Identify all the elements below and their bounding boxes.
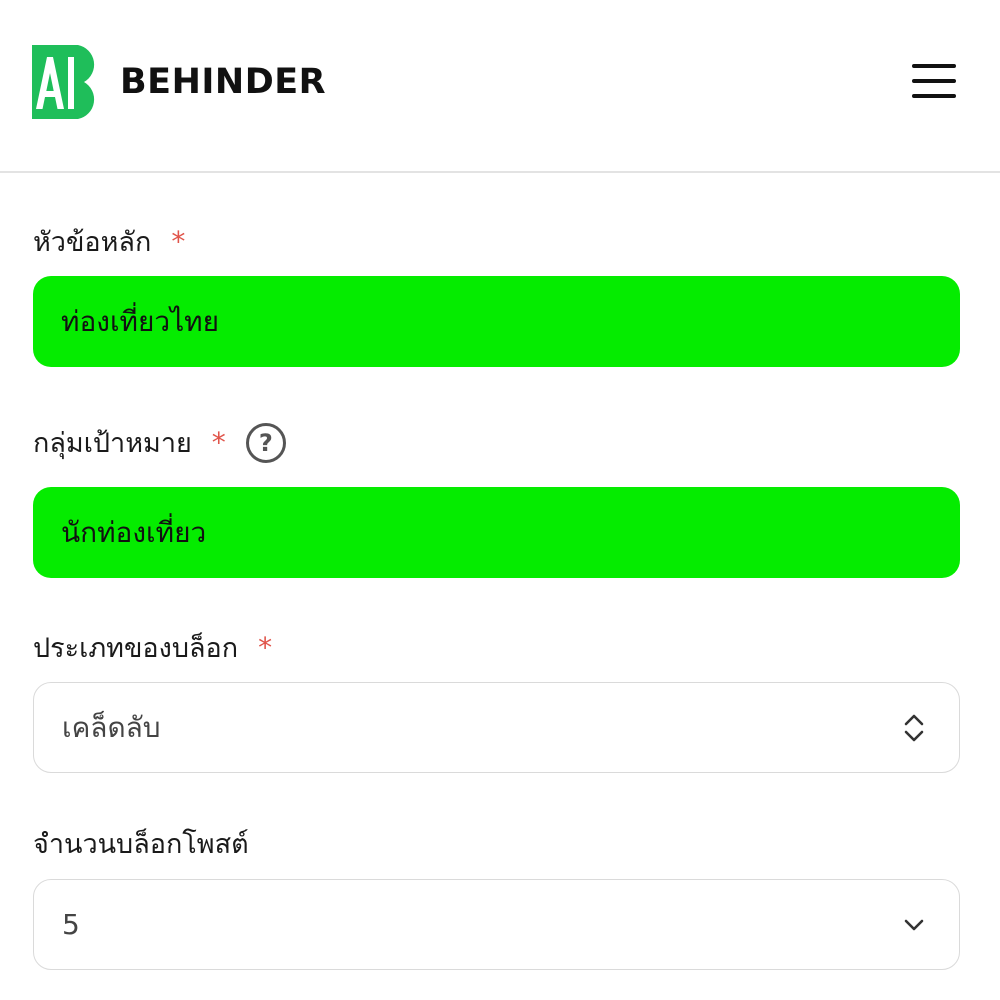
hamburger-menu-icon[interactable] [912, 64, 956, 98]
audience-label: กลุ่มเป้าหมาย * ? [33, 421, 286, 464]
required-mark: * [211, 426, 226, 459]
app-header: BEHINDER [0, 0, 1000, 173]
topic-label-text: หัวข้อหลัก [33, 227, 152, 258]
required-mark: * [258, 631, 273, 664]
menu-bar [912, 79, 956, 83]
post-count-label: จำนวนบล็อกโพสต์ [33, 822, 249, 865]
blog-type-select[interactable]: เคล็ดลับ [33, 682, 960, 773]
post-count-selected-value: 5 [62, 908, 80, 941]
audience-input-value: นักท่องเที่ยว [61, 515, 207, 549]
brand-name: BEHINDER [120, 61, 327, 102]
topic-label: หัวข้อหลัก * [33, 220, 185, 263]
logo[interactable]: BEHINDER [32, 45, 326, 119]
menu-bar [912, 94, 956, 98]
audience-label-text: กลุ่มเป้าหมาย [33, 428, 192, 459]
chevron-up-down-icon [904, 714, 924, 741]
required-mark: * [171, 225, 186, 258]
blog-type-label-text: ประเภทของบล็อก [33, 633, 239, 664]
audience-input[interactable]: นักท่องเที่ยว [33, 487, 960, 578]
logo-mark-icon [32, 45, 95, 119]
chevron-down-icon [904, 919, 924, 930]
post-count-label-text: จำนวนบล็อกโพสต์ [33, 829, 249, 860]
topic-input[interactable]: ท่องเที่ยวไทย [33, 276, 960, 367]
blog-type-selected-value: เคล็ดลับ [62, 710, 161, 744]
menu-bar [912, 64, 956, 68]
help-icon[interactable]: ? [245, 422, 286, 463]
post-count-select[interactable]: 5 [33, 879, 960, 970]
blog-type-label: ประเภทของบล็อก * [33, 626, 272, 669]
topic-input-value: ท่องเที่ยวไทย [61, 304, 220, 338]
